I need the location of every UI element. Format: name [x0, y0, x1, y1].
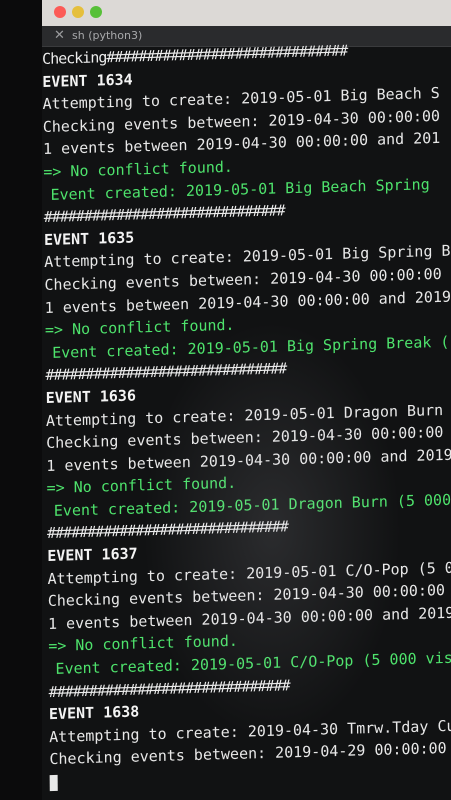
- terminal-window: ✕ sh (python3) Checking#################…: [42, 0, 451, 800]
- tab-title[interactable]: sh (python3): [72, 29, 142, 42]
- terminal-output[interactable]: Checking############################## EV…: [42, 37, 451, 800]
- title-bar: [42, 0, 451, 27]
- zoom-window-button[interactable]: [90, 6, 102, 18]
- minimize-window-button[interactable]: [72, 6, 84, 18]
- close-window-button[interactable]: [54, 6, 66, 18]
- close-tab-icon[interactable]: ✕: [54, 28, 65, 43]
- text-cursor: [49, 774, 58, 791]
